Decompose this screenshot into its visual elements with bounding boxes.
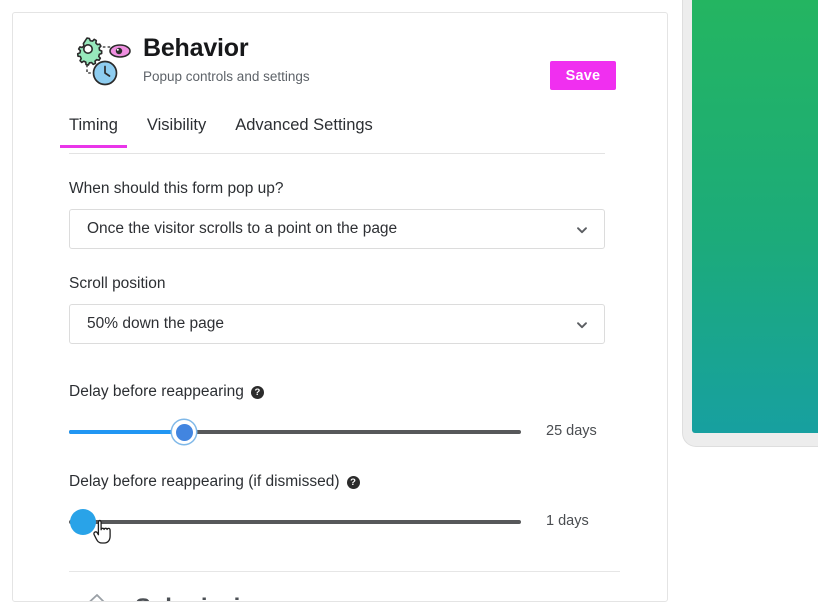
- field-popup-trigger-label: When should this form pop up?: [69, 180, 284, 197]
- scroll-position-value: 50% down the page: [87, 315, 225, 332]
- field-popup-trigger: When should this form pop up? Once the v…: [69, 178, 605, 249]
- app-screen: Behavior Popup controls and settings Sav…: [0, 0, 818, 613]
- gear-eye-clock-icon: [75, 35, 133, 89]
- slider-delay-reappearing-label-text: Delay before reappearing: [69, 383, 244, 400]
- preview-panel-screen: [692, 0, 818, 433]
- field-scroll-position: Scroll position 50% down the page: [69, 273, 605, 344]
- scroll-position-select[interactable]: 50% down the page: [69, 304, 605, 344]
- save-button[interactable]: Save: [550, 61, 616, 90]
- slider-delay-dismissed-label-text: Delay before reappearing (if dismissed): [69, 473, 340, 490]
- field-scroll-position-label: Scroll position: [69, 275, 166, 292]
- popup-trigger-select[interactable]: Once the visitor scrolls to a point on t…: [69, 209, 605, 249]
- preview-panel-frame: [682, 0, 818, 447]
- help-icon[interactable]: ?: [250, 385, 264, 399]
- chevron-down-icon: [576, 223, 588, 235]
- chevron-down-icon: [576, 318, 588, 330]
- submission-section-title: Submission: [135, 593, 269, 601]
- pencil-icon: [75, 591, 115, 601]
- slider-group-delay-reappearing: Delay before reappearing ? 25 days: [69, 381, 605, 447]
- slider-fill: [69, 430, 184, 434]
- slider-thumb[interactable]: [70, 509, 96, 535]
- card-content: Behavior Popup controls and settings Sav…: [60, 13, 667, 601]
- slider-delay-dismissed[interactable]: [69, 507, 521, 544]
- tab-visibility[interactable]: Visibility: [147, 113, 206, 147]
- slider-group-delay-dismissed: Delay before reappearing (if dismissed) …: [69, 471, 605, 544]
- behavior-settings-card: Behavior Popup controls and settings Sav…: [12, 12, 668, 602]
- settings-tabs: Timing Visibility Advanced Settings: [60, 113, 605, 154]
- slider-thumb[interactable]: [172, 420, 196, 444]
- panel-header-text: Behavior Popup controls and settings: [143, 33, 310, 87]
- slider-delay-dismissed-label: Delay before reappearing (if dismissed) …: [69, 471, 605, 493]
- slider-delay-reappearing-label: Delay before reappearing ?: [69, 381, 605, 403]
- tab-timing[interactable]: Timing: [60, 113, 127, 148]
- slider-delay-reappearing-row: 25 days: [69, 417, 605, 447]
- popup-trigger-value: Once the visitor scrolls to a point on t…: [87, 220, 398, 237]
- help-icon[interactable]: ?: [346, 475, 360, 489]
- slider-delay-reappearing[interactable]: [69, 417, 521, 447]
- slider-delay-reappearing-value: 25 days: [546, 423, 597, 439]
- slider-delay-dismissed-row: 1 days: [69, 507, 605, 544]
- slider-track: [69, 520, 521, 524]
- slider-delay-dismissed-value: 1 days: [546, 513, 589, 529]
- page-subtitle: Popup controls and settings: [143, 69, 310, 84]
- section-divider: [69, 571, 620, 572]
- tab-advanced-settings[interactable]: Advanced Settings: [235, 113, 373, 147]
- panel-header: Behavior Popup controls and settings Sav…: [69, 31, 616, 93]
- page-title: Behavior: [143, 34, 249, 62]
- submission-section-header[interactable]: Submission: [75, 591, 475, 601]
